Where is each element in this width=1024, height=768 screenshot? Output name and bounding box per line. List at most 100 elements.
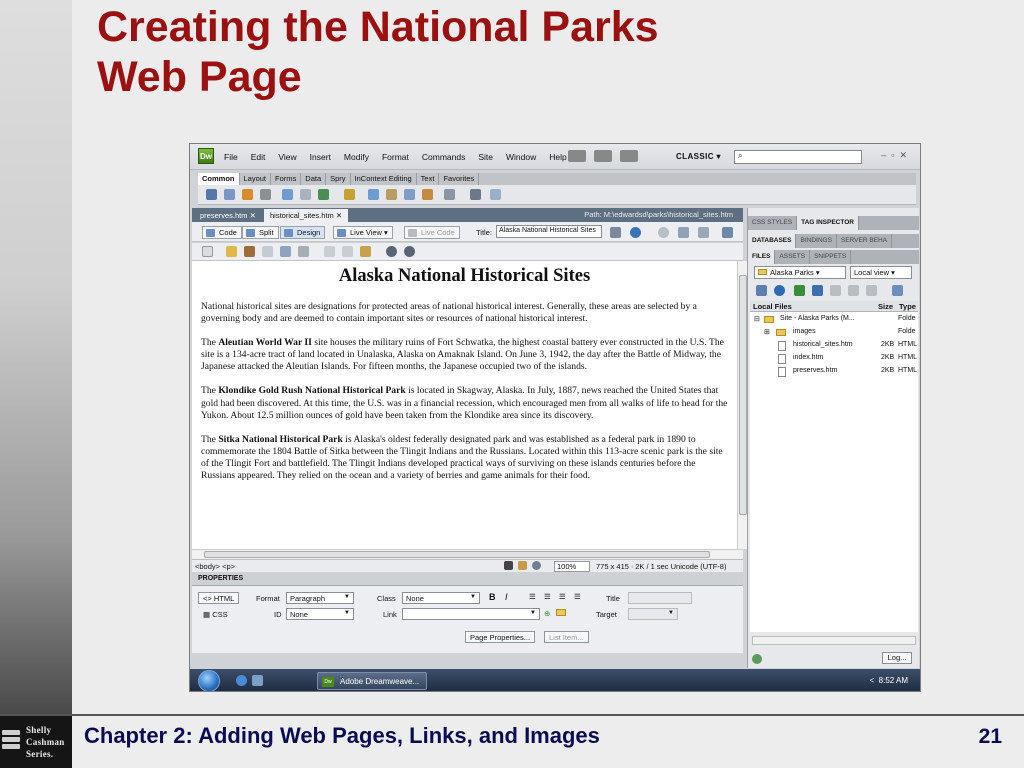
zoom-select[interactable]: 100% xyxy=(554,561,590,572)
get-files-icon[interactable] xyxy=(794,285,805,296)
code-view-button[interactable]: Code xyxy=(202,226,242,239)
redo-icon[interactable] xyxy=(404,246,415,257)
comment-icon[interactable] xyxy=(404,189,415,200)
class-select[interactable]: None ▼ xyxy=(402,592,480,604)
print-code-icon[interactable] xyxy=(298,246,309,257)
menu-modify[interactable]: Modify xyxy=(344,152,369,162)
link-input[interactable]: ▼ xyxy=(402,608,540,620)
templates-icon[interactable] xyxy=(470,189,481,200)
hyperlink-icon[interactable] xyxy=(206,189,217,200)
tab-databases[interactable]: DATABASES xyxy=(748,234,797,248)
extend-icon[interactable] xyxy=(594,150,612,162)
close-icon[interactable]: ✕ xyxy=(250,211,256,220)
help-search-input[interactable]: ⌕ xyxy=(734,150,862,164)
type-column[interactable]: Type xyxy=(899,302,916,311)
site-icon[interactable] xyxy=(620,150,638,162)
tag-selector[interactable]: <body> <p> xyxy=(195,562,235,571)
rule-icon[interactable] xyxy=(260,189,271,200)
browse-folder-icon[interactable] xyxy=(556,609,566,616)
id-select[interactable]: None ▼ xyxy=(286,608,354,620)
ie-icon[interactable] xyxy=(236,675,247,686)
format-select[interactable]: Paragraph ▼ xyxy=(286,592,354,604)
file-row-site-root[interactable]: ⊟ Site - Alaska Parks (M... Folde xyxy=(750,314,918,326)
window-controls[interactable]: –▫✕ xyxy=(881,150,912,161)
doc-tab-preserves[interactable]: preserves.htm ✕ xyxy=(194,209,262,222)
menu-site[interactable]: Site xyxy=(478,152,493,162)
site-select[interactable]: Alaska Parks ▾ xyxy=(754,266,846,279)
size-column[interactable]: Size xyxy=(878,302,893,311)
tab-assets[interactable]: ASSETS xyxy=(775,250,811,264)
refresh-files-icon[interactable] xyxy=(774,285,785,296)
design-view-button[interactable]: Design xyxy=(280,226,326,239)
page-title-input[interactable]: Alaska National Historical Sites xyxy=(496,225,602,238)
html-mode-button[interactable]: <> HTML xyxy=(198,592,240,604)
layout-icon[interactable] xyxy=(568,150,586,162)
tab-snippets[interactable]: SNIPPETS xyxy=(810,250,852,264)
new-doc-icon[interactable] xyxy=(202,246,213,257)
page-properties-button[interactable]: Page Properties... xyxy=(465,631,536,643)
tab-data[interactable]: Data xyxy=(301,173,327,185)
file-row-index[interactable]: index.htm 2KB HTML xyxy=(750,353,918,365)
horizontal-scrollbar[interactable] xyxy=(192,549,743,559)
cut-icon[interactable] xyxy=(324,246,335,257)
tab-spry[interactable]: Spry xyxy=(326,173,351,185)
save-icon[interactable] xyxy=(262,246,273,257)
file-management-icon[interactable] xyxy=(610,227,621,238)
preview-browser-icon[interactable] xyxy=(630,227,641,238)
tab-layout[interactable]: Layout xyxy=(240,173,272,185)
scroll-thumb[interactable] xyxy=(204,551,710,558)
script-icon[interactable] xyxy=(444,189,455,200)
close-icon[interactable]: ✕ xyxy=(336,211,342,220)
workspace-switcher[interactable]: CLASSIC ▾ xyxy=(676,152,721,161)
anchor-icon[interactable] xyxy=(242,189,253,200)
file-row-images[interactable]: ⊞ images Folde xyxy=(750,327,918,339)
outdent-icon[interactable]: ☰ xyxy=(559,592,566,601)
doc-tab-historical-sites[interactable]: historical_sites.htm ✕ xyxy=(264,209,349,222)
paste-icon[interactable] xyxy=(360,246,371,257)
ordered-list-icon[interactable]: ☰ xyxy=(544,592,551,601)
visual-aids-icon[interactable] xyxy=(698,227,709,238)
split-view-button[interactable]: Split xyxy=(242,226,279,239)
css-mode-button[interactable]: ▦ CSS xyxy=(198,608,233,620)
copy-icon[interactable] xyxy=(342,246,353,257)
synchronize-icon[interactable] xyxy=(866,285,877,296)
view-options-icon[interactable] xyxy=(678,227,689,238)
italic-icon[interactable]: I xyxy=(505,592,508,602)
date-icon[interactable] xyxy=(368,189,379,200)
validation-icon[interactable] xyxy=(722,227,733,238)
menu-help[interactable]: Help xyxy=(549,152,566,162)
put-files-icon[interactable] xyxy=(812,285,823,296)
start-button[interactable] xyxy=(198,670,220,691)
menu-edit[interactable]: Edit xyxy=(251,152,266,162)
table-icon[interactable] xyxy=(282,189,293,200)
title-prop-input[interactable] xyxy=(628,592,692,604)
tab-common[interactable]: Common xyxy=(198,173,240,185)
live-view-button[interactable]: Live View ▾ xyxy=(333,226,393,239)
properties-header[interactable]: PROPERTIES xyxy=(192,573,743,586)
menu-format[interactable]: Format xyxy=(382,152,409,162)
taskbar-dreamweaver[interactable]: Dw Adobe Dreamweave... xyxy=(317,672,427,690)
collapse-icon[interactable]: ⊟ xyxy=(754,315,760,323)
media-icon[interactable] xyxy=(344,189,355,200)
expand-icon[interactable]: ⊞ xyxy=(764,328,770,336)
design-view-page[interactable]: Alaska National Historical Sites Nationa… xyxy=(192,261,737,549)
view-select[interactable]: Local view ▾ xyxy=(850,266,912,279)
tab-css-styles[interactable]: CSS STYLES xyxy=(748,216,798,230)
open-icon[interactable] xyxy=(226,246,237,257)
vertical-scrollbar[interactable] xyxy=(737,261,747,549)
menu-file[interactable]: File xyxy=(224,152,238,162)
head-icon[interactable] xyxy=(422,189,433,200)
hand-tool-icon[interactable] xyxy=(518,561,527,570)
target-select[interactable]: ▼ xyxy=(628,608,678,620)
local-files-column[interactable]: Local Files xyxy=(753,302,792,311)
div-icon[interactable] xyxy=(300,189,311,200)
indent-icon[interactable]: ☰ xyxy=(574,592,581,601)
browse-bridge-icon[interactable] xyxy=(244,246,255,257)
select-tool-icon[interactable] xyxy=(504,561,513,570)
bold-icon[interactable]: B xyxy=(489,592,496,602)
tab-favorites[interactable]: Favorites xyxy=(439,173,480,185)
tab-bindings[interactable]: BINDINGS xyxy=(796,234,837,248)
point-to-file-icon[interactable]: ⊕ xyxy=(544,609,550,618)
menu-commands[interactable]: Commands xyxy=(422,152,465,162)
server-include-icon[interactable] xyxy=(386,189,397,200)
